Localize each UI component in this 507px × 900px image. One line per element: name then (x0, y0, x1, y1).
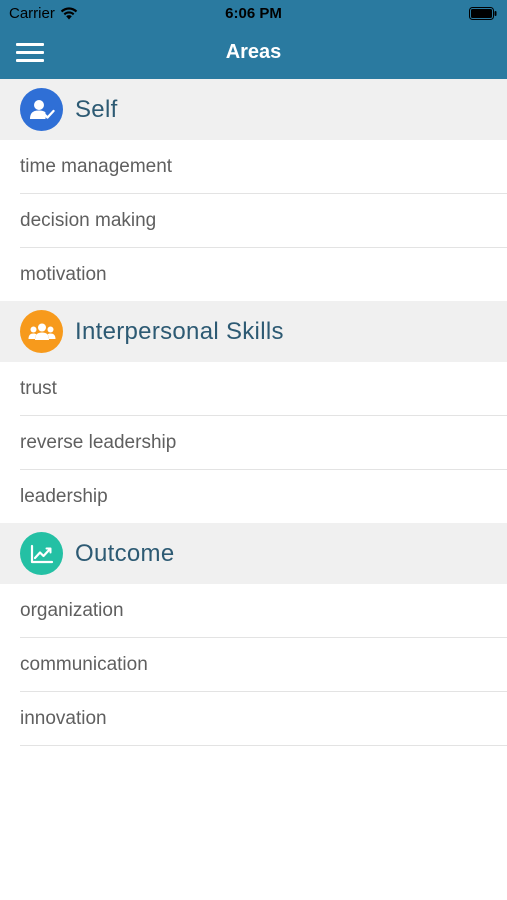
list-item-label: motivation (20, 263, 107, 285)
list-item-label: organization (20, 599, 124, 621)
navigation-bar: Areas (0, 28, 507, 79)
section-title: Outcome (75, 539, 175, 567)
list-item-label: time management (20, 155, 173, 177)
list-item-innovation[interactable]: innovation (20, 692, 507, 746)
list-item-label: trust (20, 377, 57, 399)
areas-list: Self time management decision making mot… (0, 79, 507, 746)
wifi-icon (60, 7, 78, 20)
page-title: Areas (225, 41, 282, 63)
list-item-reverse-leadership[interactable]: reverse leadership (20, 416, 507, 470)
list-item-label: communication (20, 653, 148, 675)
list-item-label: leadership (20, 485, 108, 507)
section-title: Interpersonal Skills (75, 317, 284, 345)
list-item-leadership[interactable]: leadership (20, 470, 507, 523)
list-item-decision-making[interactable]: decision making (20, 194, 507, 248)
section-header-interpersonal-skills: Interpersonal Skills (0, 301, 507, 362)
list-item-label: innovation (20, 707, 107, 729)
chart-line-icon (20, 532, 63, 575)
list-item-communication[interactable]: communication (20, 638, 507, 692)
section-header-self: Self (0, 79, 507, 140)
list-item-time-management[interactable]: time management (20, 140, 507, 194)
group-icon (20, 310, 63, 353)
list-item-trust[interactable]: trust (20, 362, 507, 416)
battery-icon (469, 7, 497, 20)
status-bar: Carrier 6:06 PM (0, 0, 507, 28)
carrier-indicator: Carrier (9, 5, 78, 22)
carrier-label: Carrier (9, 5, 55, 22)
list-item-motivation[interactable]: motivation (20, 248, 507, 301)
section-header-outcome: Outcome (0, 523, 507, 584)
hamburger-menu-icon[interactable] (13, 40, 47, 66)
list-item-label: decision making (20, 209, 157, 231)
user-check-icon (20, 88, 63, 131)
list-item-organization[interactable]: organization (20, 584, 507, 638)
list-item-label: reverse leadership (20, 431, 177, 453)
section-title: Self (75, 95, 118, 123)
